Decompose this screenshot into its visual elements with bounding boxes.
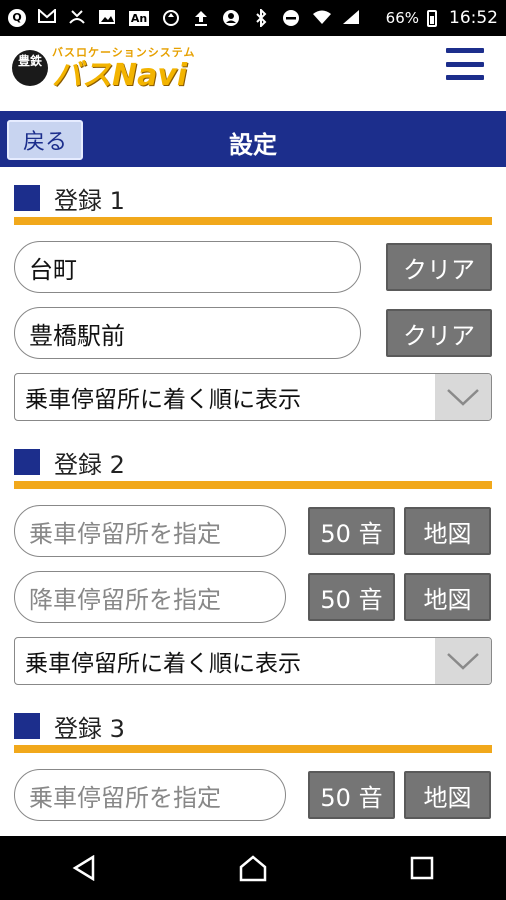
page-title: 設定 [229, 131, 277, 159]
reg1-alighting-row: 豊橋駅前 クリア [14, 307, 492, 359]
settings-content[interactable]: 登録 1 台町 クリア 豊橋駅前 クリア 乗車停留所に着く順に表示 登録 2 乗… [0, 167, 506, 836]
upload-icon [192, 9, 210, 27]
menu-bar [446, 48, 484, 53]
bluetooth-icon [252, 7, 270, 29]
display-order-select[interactable]: 乗車停留所に着く順に表示 [14, 373, 492, 421]
boarding-stop-field[interactable]: 台町 [14, 241, 361, 293]
section-header-1: 登録 1 [14, 181, 492, 215]
section-rule [14, 745, 492, 753]
boarding-stop-field[interactable]: 乗車停留所を指定 [14, 769, 286, 821]
section-marker-icon [14, 449, 40, 475]
clock: 16:52 [449, 8, 498, 28]
select-value: 乗車停留所に着く順に表示 [25, 651, 301, 677]
kana-index-button[interactable]: 50 音 [308, 507, 395, 555]
section-label: 登録 1 [54, 186, 125, 215]
status-icons: Q An [8, 7, 360, 29]
q-circle-icon: Q [8, 9, 26, 27]
signal-icon [342, 9, 360, 27]
map-button[interactable]: 地図 [404, 507, 491, 555]
kana-index-button[interactable]: 50 音 [308, 771, 395, 819]
gmail-icon [38, 7, 56, 27]
battery-percent: 66% [385, 9, 419, 27]
section-label: 登録 3 [54, 714, 125, 743]
system-nav-bar [0, 836, 506, 900]
kana-index-button[interactable]: 50 音 [308, 573, 395, 621]
alighting-stop-field[interactable]: 降車停留所を指定 [14, 571, 286, 623]
back-triangle-icon[interactable] [64, 848, 104, 888]
section-rule [14, 217, 492, 225]
chevron-down-icon[interactable] [435, 374, 491, 420]
map-button[interactable]: 地図 [404, 771, 491, 819]
section-header-3: 登録 3 [14, 709, 492, 743]
reg2-alighting-row: 降車停留所を指定 50 音 地図 [14, 571, 492, 623]
wifi-icon [312, 9, 331, 27]
reg2-boarding-row: 乗車停留所を指定 50 音 地図 [14, 505, 492, 557]
section-marker-icon [14, 185, 40, 211]
status-right: 66% 16:52 [386, 8, 498, 28]
section-label: 登録 2 [54, 450, 125, 479]
section-rule [14, 481, 492, 489]
menu-icon[interactable] [446, 48, 484, 80]
home-icon[interactable] [233, 848, 273, 888]
clear-button[interactable]: クリア [386, 309, 492, 357]
menu-bar [446, 61, 484, 67]
logo-title: バスNavi [52, 58, 188, 93]
boarding-stop-field[interactable]: 乗車停留所を指定 [14, 505, 286, 557]
reg3-boarding-row: 乗車停留所を指定 50 音 地図 [14, 769, 492, 821]
logo-text: バスロケーションシステム バスNavi [52, 44, 195, 92]
display-order-select[interactable]: 乗車停留所に着く順に表示 [14, 637, 492, 685]
select-value: 乗車停留所に着く順に表示 [25, 387, 301, 413]
an-label: An [128, 11, 150, 26]
section-header-2: 登録 2 [14, 445, 492, 479]
logo-badge: 豊鉄 [12, 50, 48, 86]
chevron-down-icon[interactable] [435, 638, 491, 684]
map-button[interactable]: 地図 [404, 573, 491, 621]
image-icon [98, 9, 116, 27]
menu-bar [446, 75, 484, 80]
title-bar: 戻る 設定 [0, 111, 506, 167]
dnd-icon [282, 9, 300, 27]
clear-button[interactable]: クリア [386, 243, 492, 291]
missed-call-icon [68, 9, 86, 27]
an-icon: An [128, 9, 150, 27]
recycle-icon [162, 9, 180, 27]
section-marker-icon [14, 713, 40, 739]
person-sync-icon [222, 9, 240, 27]
reg1-boarding-row: 台町 クリア [14, 241, 492, 293]
alighting-stop-field[interactable]: 豊橋駅前 [14, 307, 361, 359]
status-bar: Q An 66% 16:52 [0, 0, 506, 36]
app-logo[interactable]: 豊鉄 バスロケーションシステム バスNavi [12, 44, 195, 92]
app-header: 豊鉄 バスロケーションシステム バスNavi [0, 36, 506, 111]
battery-icon [427, 9, 437, 27]
recents-icon[interactable] [402, 848, 442, 888]
